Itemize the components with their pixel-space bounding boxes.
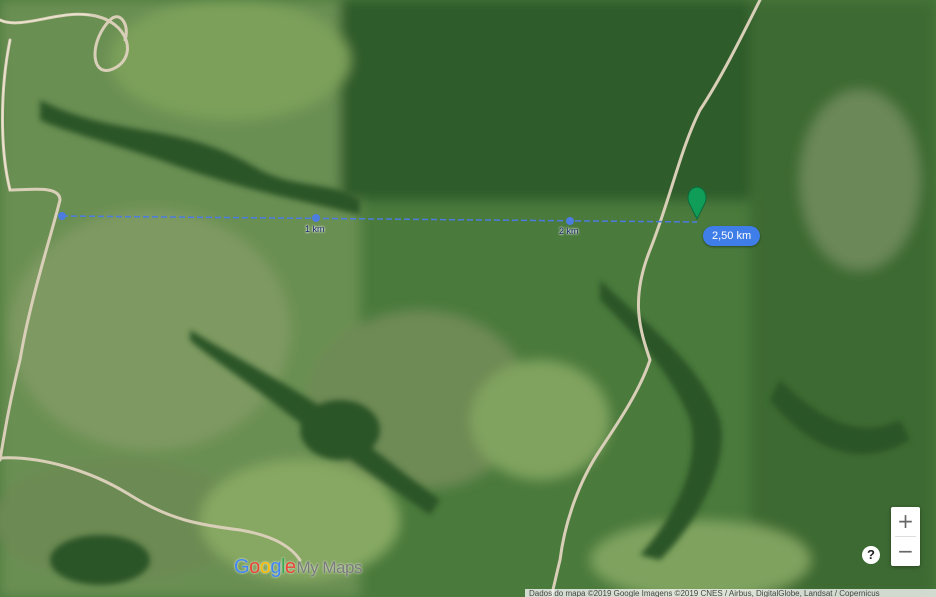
google-my-maps-logo: GoogleMy Maps xyxy=(234,556,362,578)
measure-label-2km: 2 km xyxy=(559,226,579,236)
measure-2km-point[interactable] xyxy=(566,217,574,225)
measure-start-point[interactable] xyxy=(58,212,66,220)
map-attribution: Dados do mapa ©2019 Google Imagens ©2019… xyxy=(525,589,936,597)
zoom-out-button[interactable]: − xyxy=(891,537,920,566)
measure-1km-point[interactable] xyxy=(312,214,320,222)
measure-label-1km: 1 km xyxy=(305,224,325,234)
help-icon[interactable]: ? xyxy=(862,546,880,564)
zoom-in-button[interactable]: + xyxy=(891,507,920,536)
satellite-imagery xyxy=(0,0,936,597)
zoom-control: + − xyxy=(891,507,920,566)
total-distance-badge: 2,50 km xyxy=(703,226,761,246)
satellite-map[interactable]: 1 km 2 km 2,50 km GoogleMy Maps ? + − Da… xyxy=(0,0,936,597)
